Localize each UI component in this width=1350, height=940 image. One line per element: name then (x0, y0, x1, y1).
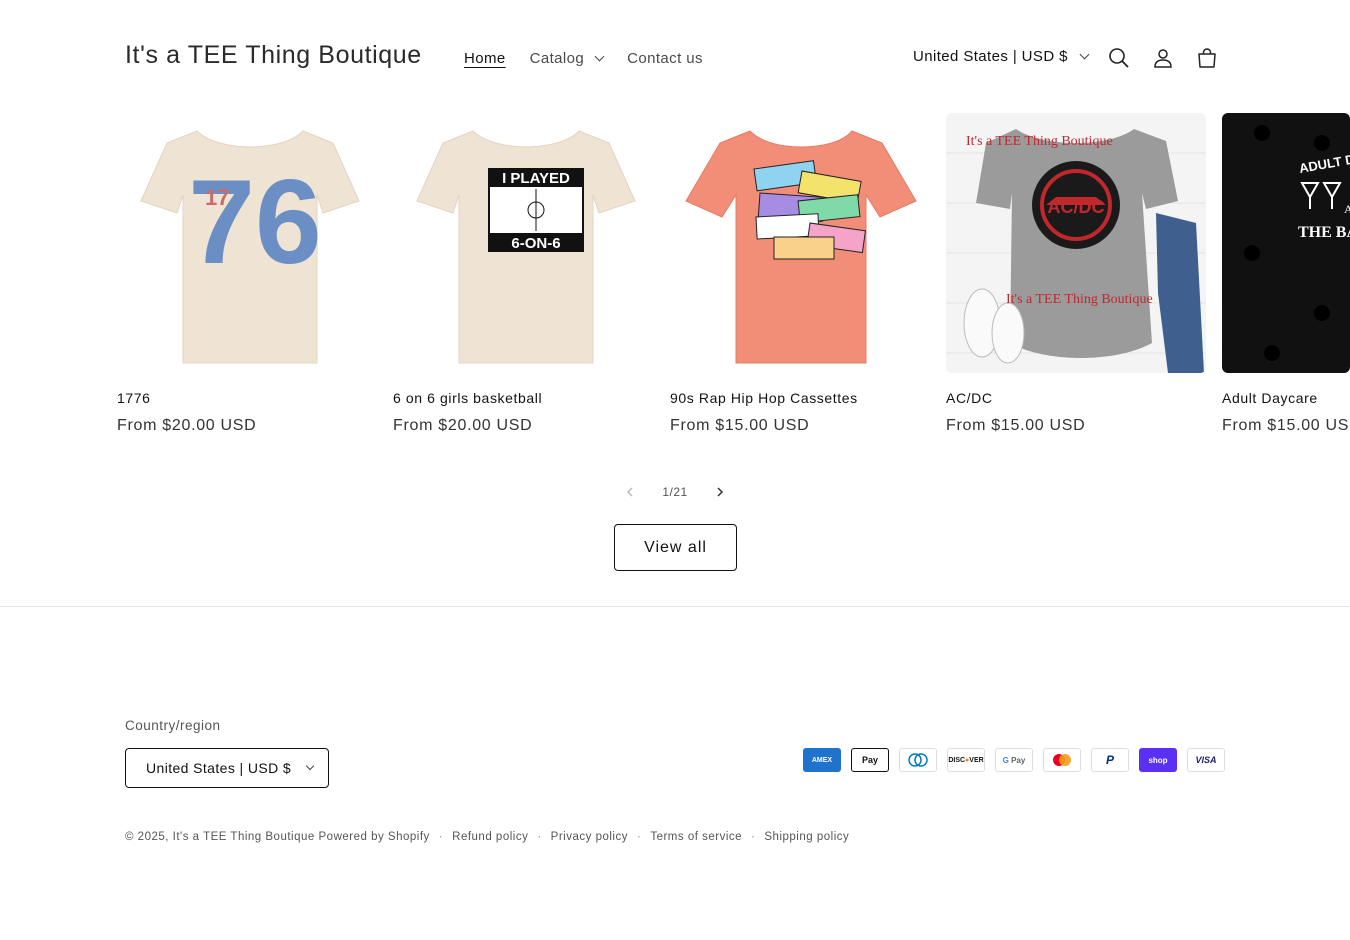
main-nav: Home Catalog Contact us (452, 46, 715, 71)
product-title[interactable]: 6 on 6 girls basketball (393, 390, 542, 406)
product-card[interactable]: 76 17 1776 From $20.00 USD (117, 113, 377, 434)
shop-pay-icon: shop (1139, 748, 1177, 772)
footer-country-select[interactable]: United States | USD $ (125, 748, 329, 788)
separator: · (537, 831, 542, 843)
product-card[interactable]: ADULT DAYCA A. THE BA Adult Daycare From… (1222, 113, 1350, 434)
svg-text:I PLAYED: I PLAYED (502, 170, 570, 187)
product-title[interactable]: 1776 (117, 390, 151, 406)
cart-icon[interactable] (1193, 44, 1221, 72)
separator: · (751, 831, 756, 843)
view-all-button[interactable]: View all (614, 524, 737, 571)
mastercard-icon (1043, 748, 1081, 772)
chevron-right-icon (717, 487, 724, 497)
slider-controls: 1/21 (615, 480, 735, 504)
footer-divider (0, 606, 1350, 607)
country-region-label: Country/region (125, 718, 221, 733)
payment-icons: AMEX Pay DISC ● VER G Pay P shop VISA (803, 748, 1225, 772)
slider-counter: 1/21 (662, 485, 688, 499)
separator: · (636, 831, 642, 843)
chevron-down-icon (594, 51, 605, 62)
chevron-down-icon (305, 761, 315, 771)
search-icon[interactable] (1105, 44, 1133, 72)
country-selector[interactable]: United States | USD $ (913, 48, 1090, 65)
slider-next-button[interactable] (705, 480, 735, 504)
slider-prev-button[interactable] (615, 480, 645, 504)
shipping-policy-link[interactable]: Shipping policy (764, 831, 849, 843)
svg-text:76: 76 (188, 155, 321, 289)
privacy-policy-link[interactable]: Privacy policy (551, 831, 628, 843)
apple-pay-icon: Pay (851, 748, 889, 772)
product-card[interactable]: 90s Rap Hip Hop Cassettes From $15.00 US… (670, 113, 930, 434)
amex-icon: AMEX (803, 748, 841, 772)
product-image[interactable]: I PLAYED 6-ON-6 (393, 113, 653, 373)
account-icon[interactable] (1149, 44, 1177, 72)
svg-text:17: 17 (205, 185, 229, 210)
product-price: From $15.00 USD (946, 417, 1086, 434)
footer-country-value: United States | USD $ (146, 760, 292, 776)
nav-home[interactable]: Home (452, 46, 518, 71)
nav-catalog-label: Catalog (529, 50, 585, 67)
chevron-down-icon (1079, 49, 1090, 60)
terms-of-service-link[interactable]: Terms of service (650, 831, 742, 843)
country-selector-label: United States | USD $ (913, 48, 1068, 65)
product-image[interactable]: AC/DC It's a TEE Thing Boutique It's a T… (946, 113, 1206, 373)
product-price: From $15.00 USD (1222, 417, 1350, 434)
svg-text:AC/DC: AC/DC (1048, 197, 1105, 217)
copyright-text: © 2025, (125, 831, 169, 843)
svg-text:It's a TEE Thing Boutique: It's a TEE Thing Boutique (1006, 292, 1153, 307)
product-price: From $15.00 USD (670, 417, 810, 434)
product-title[interactable]: Adult Daycare (1222, 390, 1318, 406)
diners-club-icon (899, 748, 937, 772)
product-image[interactable]: ADULT DAYCA A. THE BA (1222, 113, 1350, 373)
store-logo[interactable]: It's a TEE Thing Boutique (125, 41, 422, 70)
svg-text:6-ON-6: 6-ON-6 (511, 235, 560, 252)
product-card[interactable]: AC/DC It's a TEE Thing Boutique It's a T… (946, 113, 1206, 434)
product-image[interactable]: 76 17 (117, 113, 377, 373)
svg-text:It's a TEE Thing Boutique: It's a TEE Thing Boutique (966, 134, 1113, 149)
discover-icon: DISC ● VER (947, 748, 985, 772)
google-pay-icon: G Pay (995, 748, 1033, 772)
product-title[interactable]: 90s Rap Hip Hop Cassettes (670, 390, 858, 406)
nav-home-label: Home (464, 50, 506, 67)
paypal-icon: P (1091, 748, 1129, 772)
store-link[interactable]: It's a TEE Thing Boutique (173, 831, 315, 843)
svg-text:A.: A. (1344, 202, 1350, 216)
product-price: From $20.00 USD (393, 417, 533, 434)
nav-catalog[interactable]: Catalog (518, 46, 616, 71)
visa-icon: VISA (1187, 748, 1225, 772)
product-title[interactable]: AC/DC (946, 390, 993, 406)
site-header: It's a TEE Thing Boutique Home Catalog C… (0, 0, 1350, 112)
product-card[interactable]: I PLAYED 6-ON-6 6 on 6 girls basketball … (393, 113, 653, 434)
separator: · (438, 831, 444, 843)
nav-contact[interactable]: Contact us (615, 46, 715, 71)
powered-by-link[interactable]: Powered by Shopify (319, 831, 430, 843)
product-image[interactable] (670, 113, 930, 373)
svg-text:THE BA: THE BA (1298, 224, 1350, 241)
product-price: From $20.00 USD (117, 417, 257, 434)
nav-contact-label: Contact us (627, 50, 703, 67)
footer-legal: © 2025, It's a TEE Thing Boutique Powere… (125, 831, 849, 843)
chevron-left-icon (626, 487, 633, 497)
refund-policy-link[interactable]: Refund policy (452, 831, 528, 843)
